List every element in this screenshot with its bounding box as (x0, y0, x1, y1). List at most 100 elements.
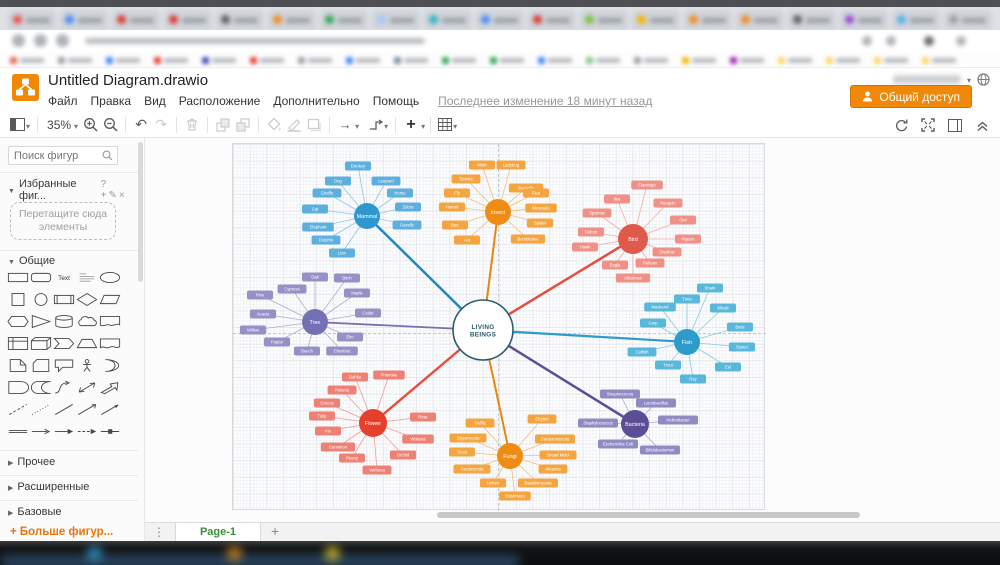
shape-dashed-line[interactable] (6, 398, 29, 420)
zoom-out-button[interactable] (100, 114, 120, 136)
shape-trapezoid[interactable] (75, 332, 98, 354)
shape-bidirectional-arrow[interactable] (75, 376, 98, 398)
shape-internal-storage[interactable] (6, 332, 29, 354)
shape-square[interactable] (6, 288, 29, 310)
undo-button[interactable] (131, 114, 151, 136)
shape-process[interactable] (52, 288, 75, 310)
horizontal-scrollbar[interactable] (437, 512, 860, 518)
shape-bidirectional-connector[interactable] (75, 398, 98, 420)
misc-section-header[interactable]: Прочее (8, 456, 132, 468)
browser-tab[interactable] (944, 10, 992, 30)
shape-cloud[interactable] (75, 310, 98, 332)
shape-document[interactable] (98, 310, 121, 332)
reload-icon[interactable] (56, 34, 69, 47)
browser-tab[interactable] (580, 10, 628, 30)
shape-step[interactable] (52, 332, 75, 354)
pages-menu-icon[interactable] (153, 525, 165, 539)
delete-button[interactable] (182, 114, 202, 136)
fill-color-button[interactable] (264, 114, 284, 136)
shape-diamond[interactable] (75, 288, 98, 310)
browser-tab[interactable] (372, 10, 420, 30)
fullscreen-icon[interactable] (918, 114, 938, 136)
last-edit-link[interactable]: Последнее изменение 18 минут назад (438, 94, 652, 108)
waypoint-style-button[interactable] (367, 114, 390, 136)
browser-tab[interactable] (892, 10, 940, 30)
line-color-button[interactable] (284, 114, 304, 136)
help-icon[interactable]: ? (101, 179, 109, 190)
shape-filled-arrow-link[interactable] (52, 420, 75, 442)
diagram-canvas[interactable]: DonkeyDogLeopardGiraffeHorseCatZebraElep… (145, 138, 1000, 522)
os-taskbar[interactable] (0, 541, 1000, 565)
shape-textbox[interactable] (75, 266, 98, 288)
browser-tab[interactable] (476, 10, 524, 30)
bookmarks-bar[interactable] (0, 52, 1000, 68)
shape-hexagon[interactable] (6, 310, 29, 332)
browser-address-bar[interactable] (0, 30, 1000, 52)
shape-arrow[interactable] (98, 376, 121, 398)
browser-tab[interactable] (164, 10, 212, 30)
zoom-in-button[interactable] (80, 114, 100, 136)
menu-помощь[interactable]: Помощь (373, 94, 419, 108)
edit-icon[interactable]: ✎ (108, 190, 118, 201)
shape-connector-symbol[interactable] (98, 420, 121, 442)
shape-and[interactable] (6, 376, 29, 398)
shape-search-input[interactable] (9, 147, 101, 164)
shape-data-storage[interactable] (29, 376, 52, 398)
profile-icon[interactable] (924, 36, 934, 46)
browser-tab[interactable] (216, 10, 264, 30)
shape-line[interactable] (52, 398, 75, 420)
extension-icon[interactable] (886, 36, 896, 46)
shape-rounded-rectangle[interactable] (29, 266, 52, 288)
sidebar-scrollbar[interactable] (138, 142, 143, 282)
shape-rectangle[interactable] (6, 266, 29, 288)
close-icon[interactable]: × (119, 190, 127, 201)
shape-tape[interactable] (98, 332, 121, 354)
browser-tab[interactable] (424, 10, 472, 30)
connection-style-button[interactable] (335, 114, 355, 136)
star-icon[interactable] (862, 36, 872, 46)
table-button[interactable] (436, 114, 459, 136)
shape-callout[interactable] (52, 354, 75, 376)
redo-button[interactable] (151, 114, 171, 136)
favorites-section-header[interactable]: Избранные фиг... ?+✎× (8, 178, 132, 202)
insert-button[interactable] (401, 114, 421, 136)
browser-tab-strip[interactable] (0, 7, 1000, 30)
shape-card[interactable] (29, 354, 52, 376)
shape-link[interactable] (6, 420, 29, 442)
browser-tab[interactable] (320, 10, 368, 30)
language-globe-icon[interactable] (977, 73, 990, 86)
to-back-button[interactable] (233, 114, 253, 136)
browser-tab[interactable] (112, 10, 160, 30)
favorites-drop-zone[interactable]: Перетащите сюда элементы (10, 202, 116, 240)
shape-cube[interactable] (29, 332, 52, 354)
browser-tabs[interactable] (0, 7, 1000, 30)
page-area[interactable] (232, 143, 765, 510)
shape-note[interactable] (6, 354, 29, 376)
url-text-blurred[interactable] (85, 38, 425, 44)
more-shapes-link[interactable]: + Больше фигур... (10, 526, 113, 538)
shape-curve[interactable] (52, 376, 75, 398)
page-tab[interactable]: Page-1 (175, 523, 261, 541)
shape-cylinder[interactable] (52, 310, 75, 332)
shape-ellipse[interactable] (98, 266, 121, 288)
menu-вид[interactable]: Вид (144, 94, 166, 108)
zoom-level-button[interactable]: 35% (43, 114, 80, 136)
shape-actor[interactable] (75, 354, 98, 376)
to-front-button[interactable] (213, 114, 233, 136)
browser-tab[interactable] (684, 10, 732, 30)
browser-tab[interactable] (268, 10, 316, 30)
view-panel-button[interactable] (8, 114, 32, 136)
menu-правка[interactable]: Правка (91, 94, 132, 108)
share-button[interactable]: Общий доступ (850, 85, 972, 108)
browser-tab[interactable] (8, 10, 56, 30)
shape-directional-connector[interactable] (98, 398, 121, 420)
advanced-section-header[interactable]: Расширенные (8, 481, 132, 493)
shape-dotted-line[interactable] (29, 398, 52, 420)
browser-tab[interactable] (632, 10, 680, 30)
collapse-icon[interactable] (972, 114, 992, 136)
search-icon[interactable] (102, 150, 113, 164)
basic-section-header[interactable]: Базовые (8, 506, 132, 518)
shape-dashed-link[interactable] (75, 420, 98, 442)
shape-search[interactable] (8, 146, 118, 165)
menu-дополнительно[interactable]: Дополнительно (273, 94, 359, 108)
